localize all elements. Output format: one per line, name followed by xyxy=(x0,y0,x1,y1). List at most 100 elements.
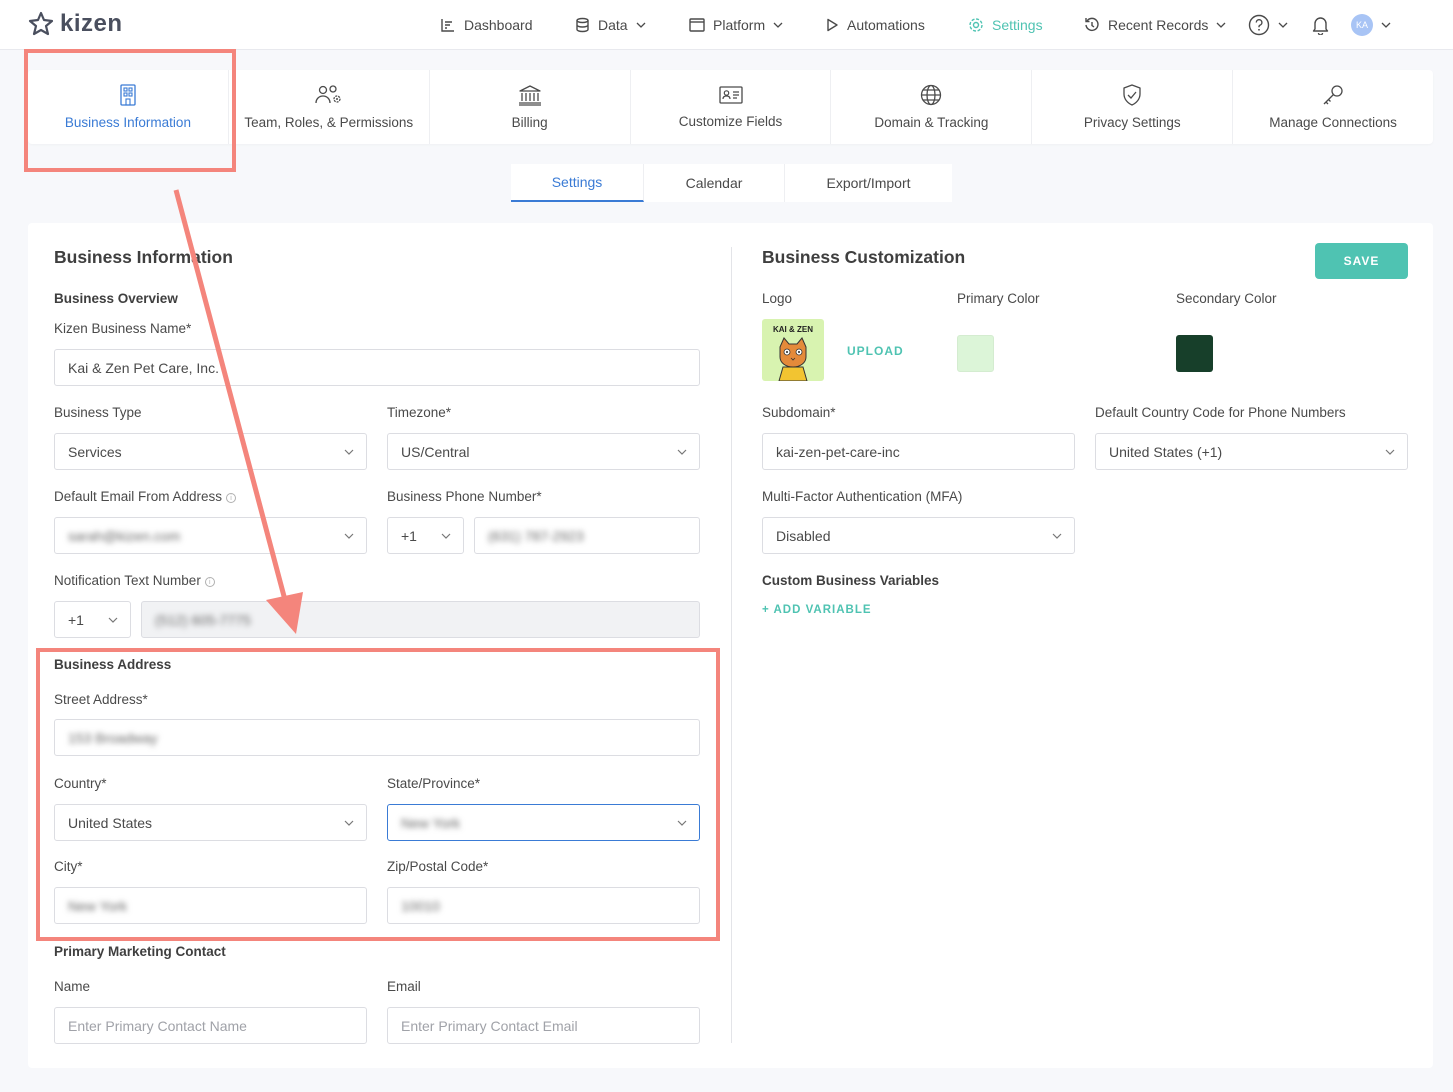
settings-category-tiles: Business Information Team, Roles, & Perm… xyxy=(28,70,1433,144)
subdomain-value: kai-zen-pet-care-inc xyxy=(776,443,900,460)
tab-settings[interactable]: Settings xyxy=(511,164,644,202)
default-country-code-value: United States (+1) xyxy=(1109,443,1223,460)
street-address-input[interactable]: 153 Broadway xyxy=(54,719,700,756)
nav-data-label: Data xyxy=(598,17,628,33)
notification-country-code-select[interactable]: +1 xyxy=(54,601,131,638)
tile-label: Privacy Settings xyxy=(1083,115,1181,130)
cat-logo-icon: KAI & ZEN xyxy=(773,325,813,381)
chevron-down-icon xyxy=(677,449,687,455)
business-type-select[interactable]: Services xyxy=(54,433,367,470)
nav-settings[interactable]: Settings xyxy=(968,0,1043,50)
tile-team-roles-permissions[interactable]: Team, Roles, & Permissions xyxy=(229,70,430,144)
business-settings-card: Business Information Business Overview K… xyxy=(28,223,1433,1068)
zip-input[interactable]: 10010 xyxy=(387,887,700,924)
help-icon xyxy=(1248,14,1270,36)
email-from-label-text: Default Email From Address xyxy=(54,489,223,504)
notifications-button[interactable] xyxy=(1311,0,1330,50)
state-select[interactable]: New York xyxy=(387,804,700,841)
info-icon[interactable]: i xyxy=(204,577,215,587)
subdomain-input[interactable]: kai-zen-pet-care-inc xyxy=(762,433,1075,470)
chevron-down-icon xyxy=(108,617,118,623)
tile-privacy-settings[interactable]: Privacy Settings xyxy=(1032,70,1234,144)
add-variable-button[interactable]: + ADD VARIABLE xyxy=(762,604,872,616)
business-name-input[interactable]: Kai & Zen Pet Care, Inc. xyxy=(54,349,700,386)
default-country-code-select[interactable]: United States (+1) xyxy=(1095,433,1408,470)
city-value: New York xyxy=(68,897,128,914)
secondary-color-swatch[interactable] xyxy=(1176,335,1213,372)
tile-business-information[interactable]: Business Information xyxy=(28,70,229,144)
timezone-select[interactable]: US/Central xyxy=(387,433,700,470)
chevron-down-icon xyxy=(344,820,354,826)
upload-logo-button[interactable]: UPLOAD xyxy=(847,344,904,358)
save-button[interactable]: SAVE xyxy=(1315,243,1408,279)
help-menu[interactable] xyxy=(1248,0,1288,50)
contact-email-input[interactable]: Enter Primary Contact Email xyxy=(387,1007,700,1044)
email-from-value: sarah@kizen.com xyxy=(68,527,181,544)
user-menu[interactable]: KA xyxy=(1351,0,1391,50)
top-navigation: kizen Dashboard Data Platform Automation… xyxy=(0,0,1453,50)
primary-color-swatch[interactable] xyxy=(957,335,994,372)
section-title-business-customization: Business Customization xyxy=(762,247,966,267)
country-select[interactable]: United States xyxy=(54,804,367,841)
chevron-down-icon xyxy=(677,820,687,826)
contact-email-placeholder: Enter Primary Contact Email xyxy=(401,1017,578,1034)
nav-data[interactable]: Data xyxy=(575,0,646,50)
nav-automations-label: Automations xyxy=(847,17,925,33)
tab-calendar[interactable]: Calendar xyxy=(644,164,785,202)
settings-subtabs: Settings Calendar Export/Import xyxy=(511,164,952,202)
tile-label: Business Information xyxy=(64,115,191,130)
play-icon xyxy=(827,18,838,32)
chevron-down-icon xyxy=(344,449,354,455)
email-from-select[interactable]: sarah@kizen.com xyxy=(54,517,367,554)
tile-label: Team, Roles, & Permissions xyxy=(244,115,414,130)
country-label: Country* xyxy=(54,776,107,791)
phone-country-code-select[interactable]: +1 xyxy=(387,517,464,554)
street-address-value: 153 Broadway xyxy=(68,729,158,746)
globe-icon xyxy=(921,84,942,106)
nav-automations[interactable]: Automations xyxy=(826,0,925,50)
business-name-value: Kai & Zen Pet Care, Inc. xyxy=(68,359,219,376)
tile-domain-tracking[interactable]: Domain & Tracking xyxy=(831,70,1033,144)
shield-check-icon xyxy=(1123,84,1141,106)
contact-name-input[interactable]: Enter Primary Contact Name xyxy=(54,1007,367,1044)
chevron-down-icon xyxy=(1052,533,1062,539)
column-divider xyxy=(731,247,732,1043)
tile-billing[interactable]: Billing xyxy=(430,70,631,144)
kizen-logo[interactable]: kizen xyxy=(28,10,123,38)
key-icon xyxy=(1323,85,1343,105)
country-value: United States xyxy=(68,814,153,831)
mfa-select[interactable]: Disabled xyxy=(762,517,1075,554)
chevron-down-icon xyxy=(1216,22,1226,28)
chevron-down-icon xyxy=(773,22,783,28)
nav-recent-records[interactable]: Recent Records xyxy=(1084,0,1226,50)
info-icon[interactable]: i xyxy=(226,493,237,503)
tab-export-import[interactable]: Export/Import xyxy=(785,164,952,202)
business-address-heading: Business Address xyxy=(54,657,172,672)
bell-icon xyxy=(1312,17,1329,35)
business-overview-heading: Business Overview xyxy=(54,291,178,306)
contact-name-label: Name xyxy=(54,979,91,994)
logo-text: kizen xyxy=(60,10,123,37)
phone-number-input[interactable]: (631) 787-2923 xyxy=(474,517,700,554)
city-input[interactable]: New York xyxy=(54,887,367,924)
nav-recent-records-label: Recent Records xyxy=(1108,17,1209,33)
tile-customize-fields[interactable]: Customize Fields xyxy=(631,70,832,144)
chevron-down-icon xyxy=(441,533,451,539)
phone-number-value: (631) 787-2923 xyxy=(488,527,584,544)
default-country-code-label: Default Country Code for Phone Numbers xyxy=(1095,405,1346,420)
business-type-label: Business Type xyxy=(54,405,142,420)
chevron-down-icon xyxy=(1278,22,1288,28)
window-icon xyxy=(689,18,705,32)
users-gear-icon xyxy=(315,85,341,104)
logo-label: Logo xyxy=(762,291,793,306)
nav-dashboard[interactable]: Dashboard xyxy=(440,0,533,50)
tile-manage-connections[interactable]: Manage Connections xyxy=(1233,70,1433,144)
zip-value: 10010 xyxy=(401,897,440,914)
contact-email-label: Email xyxy=(387,979,421,994)
state-value: New York xyxy=(401,814,461,831)
nav-platform[interactable]: Platform xyxy=(689,0,783,50)
phone-label: Business Phone Number* xyxy=(387,489,542,504)
mfa-value: Disabled xyxy=(776,527,831,544)
business-name-label: Kizen Business Name* xyxy=(54,321,192,336)
tile-label: Domain & Tracking xyxy=(874,115,989,130)
